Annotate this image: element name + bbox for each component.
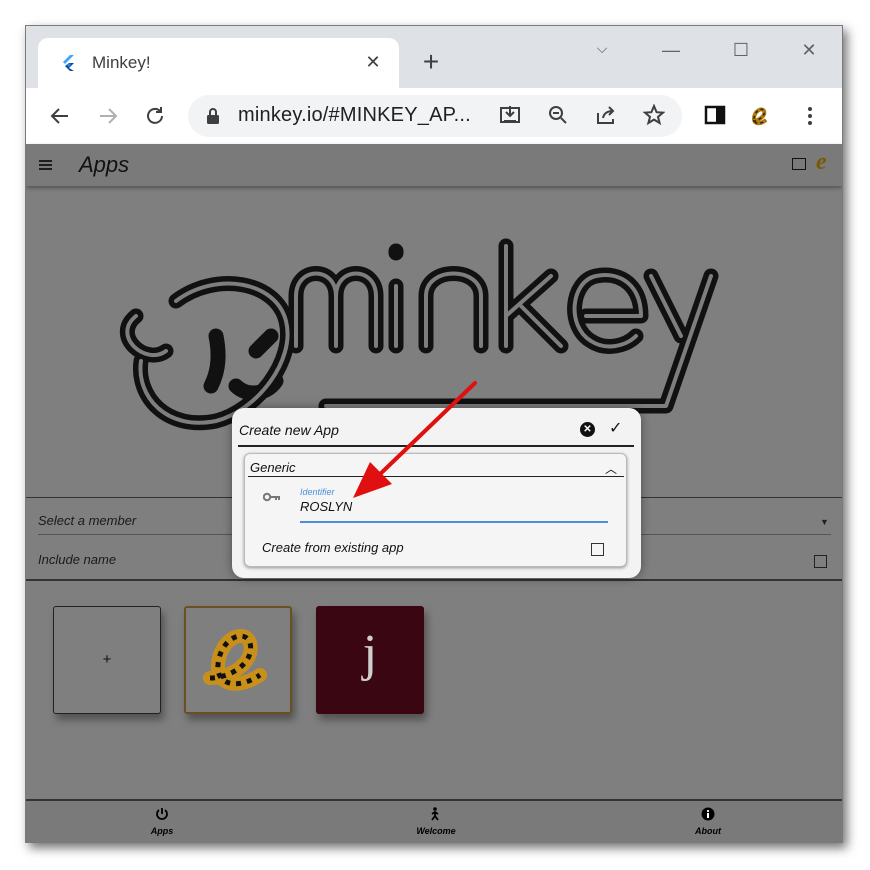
page-title: Apps [79, 152, 130, 177]
nav-welcome[interactable]: Welcome [396, 807, 476, 836]
dialog-title: Create new App [239, 422, 339, 438]
identifier-label: Identifier [300, 487, 335, 497]
include-name-checkbox[interactable] [814, 555, 827, 568]
nav-apps-label: Apps [150, 826, 174, 836]
zoom-out-icon[interactable] [546, 104, 570, 128]
url-text[interactable]: minkey.io/#MINKEY_AP... [238, 104, 471, 127]
e-logo[interactable]: e [816, 149, 827, 176]
nav-welcome-label: Welcome [416, 826, 456, 836]
close-window-button[interactable]: ✕ [799, 40, 819, 61]
browser-window: Minkey! ✕ + ⌵ — ☐ ✕ minkey.io/#MINKEY_AP… [25, 25, 843, 843]
key-icon [263, 492, 280, 502]
bottom-nav: Apps Welcome About [26, 799, 842, 842]
app-bar: Apps e [26, 144, 842, 186]
lock-icon[interactable] [206, 107, 220, 125]
more-menu-icon[interactable] [798, 104, 822, 128]
nav-apps[interactable]: Apps [122, 807, 202, 836]
address-bar[interactable]: minkey.io/#MINKEY_AP... [188, 95, 682, 137]
identifier-input[interactable]: ROSLYN [300, 499, 352, 514]
app-tile-j[interactable]: j [316, 606, 424, 714]
cancel-icon[interactable]: ✕ [580, 422, 595, 437]
browser-tab[interactable]: Minkey! ✕ [38, 38, 399, 88]
generic-section-card: Generic ︿ Identifier ROSLYN Create from … [244, 453, 627, 567]
extension-e-icon[interactable] [748, 104, 772, 128]
minimize-button[interactable]: — [661, 40, 681, 61]
back-icon[interactable] [48, 104, 72, 128]
chat-icon[interactable] [792, 158, 806, 170]
share-icon[interactable] [594, 104, 618, 128]
app-tile-e[interactable] [184, 606, 292, 714]
forward-icon[interactable] [96, 104, 120, 128]
section-title: Generic [250, 460, 296, 475]
flutter-icon [63, 55, 74, 71]
tab-title: Minkey! [92, 53, 151, 72]
select-member-dropdown[interactable]: Select a member [38, 513, 136, 528]
person-walking-icon [431, 807, 439, 821]
nav-about[interactable]: About [668, 807, 748, 836]
create-app-dialog: Create new App ✕ ✓ Generic ︿ Identifier … [232, 408, 641, 578]
dropdown-arrow-icon[interactable]: ▼ [820, 517, 829, 527]
include-name-label: Include name [38, 552, 117, 567]
install-icon[interactable] [498, 104, 522, 128]
tab-search-icon[interactable]: ⌵ [592, 40, 612, 57]
maximize-button[interactable]: ☐ [731, 40, 751, 61]
new-tab-button[interactable]: + [419, 48, 443, 76]
identifier-focus-underline [300, 521, 608, 523]
nav-about-label: About [695, 826, 721, 836]
j-app-label: j [362, 625, 378, 682]
e-app-icon [203, 629, 267, 691]
add-app-tile[interactable]: + [53, 606, 161, 714]
reload-icon[interactable] [143, 104, 167, 128]
tab-close-icon[interactable]: ✕ [363, 52, 383, 72]
create-from-existing-label: Create from existing app [262, 540, 404, 555]
browser-toolbar: minkey.io/#MINKEY_AP... [26, 88, 842, 144]
create-from-existing-checkbox[interactable] [591, 543, 604, 556]
section-divider [248, 476, 624, 477]
side-panel-icon[interactable] [703, 104, 727, 128]
section-divider [26, 579, 842, 581]
tab-strip: Minkey! ✕ + ⌵ — ☐ ✕ [26, 26, 842, 88]
info-icon [701, 807, 715, 821]
star-icon[interactable] [642, 103, 666, 128]
confirm-check-icon[interactable]: ✓ [609, 418, 622, 438]
chevron-up-icon[interactable]: ︿ [605, 460, 617, 477]
power-icon [156, 808, 168, 820]
dialog-title-divider [238, 445, 634, 447]
hamburger-menu-icon[interactable] [38, 156, 54, 177]
